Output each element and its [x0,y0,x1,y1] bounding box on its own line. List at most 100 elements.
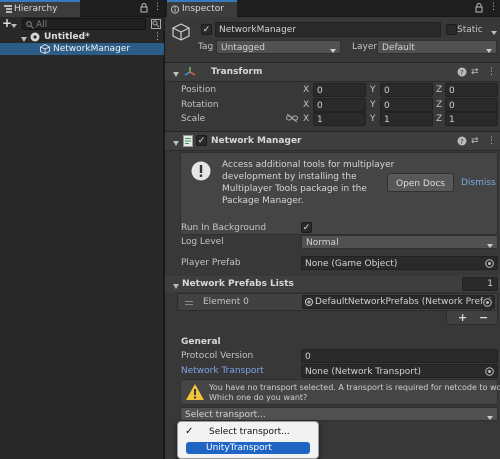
lock-icon[interactable] [140,3,148,16]
inspector-more-icon[interactable]: ⋮ [489,3,498,12]
menu-item-label: UnityTransport [206,443,272,453]
network-prefabs-lists-label: Network Prefabs Lists [182,279,294,289]
position-y-label: Y [370,85,376,95]
scale-z-field[interactable]: 1 [445,112,498,126]
preset-icon[interactable]: ⇄ [471,137,479,146]
menu-item-select-transport[interactable]: ✓ Select transport... [181,425,315,439]
scene-name: Untitled* [44,32,90,42]
network-manager-enabled-checkbox[interactable]: ✓ [196,135,207,146]
transform-title: Transform [211,67,263,77]
tag-dropdown[interactable]: Untagged [216,40,341,54]
position-y-field[interactable]: 0 [380,83,433,97]
tab-inspector[interactable]: Inspector [167,0,237,17]
gameobject-icon [172,23,190,44]
hierarchy-panel: Hierarchy ⋮ + All Untitled* ⋮ NetworkMan… [0,0,164,459]
prefab-lists-count-field[interactable]: 1 [462,277,498,291]
hierarchy-item-networkmanager[interactable]: NetworkManager [0,43,164,55]
add-dropdown-icon[interactable] [11,21,17,31]
chevron-down-icon [487,413,493,423]
network-prefabs-lists-header[interactable]: Network Prefabs Lists 1 [165,276,500,292]
info-tab-icon [170,5,180,17]
rotation-x-value: 0 [317,101,323,111]
inspector-panel: Inspector ⋮ ✓ NetworkManager Static Tag … [165,0,500,459]
network-transport-field[interactable]: None (Network Transport) [301,364,498,378]
layer-value: Default [382,43,415,53]
run-in-background-checkbox[interactable]: ✓ [301,222,312,233]
scale-z-value: 1 [449,115,455,125]
select-transport-dropdown[interactable]: Select transport... [180,407,498,421]
inspector-tab-label: Inspector [182,4,224,14]
protocol-version-value: 0 [305,352,311,362]
active-checkbox[interactable]: ✓ [201,24,212,35]
position-x-label: X [303,85,310,95]
scale-y-field[interactable]: 1 [380,112,433,126]
svg-text:?: ? [460,138,464,146]
add-element-button[interactable]: + [458,312,467,323]
position-y-value: 0 [384,86,390,96]
player-prefab-value: None (Game Object) [305,259,398,269]
element0-value: DefaultNetworkPrefabs (Network Prefal [315,297,492,307]
chevron-down-icon [330,46,336,56]
element0-label: Element 0 [203,297,249,307]
scale-x-field[interactable]: 1 [313,112,366,126]
scene-more-icon[interactable]: ⋮ [153,33,162,42]
rotation-y-field[interactable]: 0 [380,98,433,112]
chevron-down-icon [486,46,492,56]
layer-dropdown[interactable]: Default [377,40,497,54]
remove-element-button[interactable]: − [479,312,488,323]
rotation-label: Rotation [181,100,219,110]
help-icon[interactable]: ? [457,136,467,149]
open-docs-label: Open Docs [396,179,445,189]
static-dropdown-icon[interactable] [491,28,497,38]
script-icon [183,135,193,150]
inspector-lock-icon[interactable] [475,3,483,16]
transport-warning-box: You have no transport selected. A transp… [180,379,500,405]
component-more-icon[interactable]: ⋮ [487,137,496,146]
element0-field[interactable]: DefaultNetworkPrefabs (Network Prefal [302,295,495,310]
player-prefab-field[interactable]: None (Game Object) [301,256,498,270]
tab-hierarchy[interactable]: Hierarchy [0,0,80,17]
network-transport-label: Network Transport [181,366,264,376]
preset-icon[interactable]: ⇄ [471,68,479,77]
rotation-y-label: Y [370,100,376,110]
menu-item-label: Select transport... [209,427,290,437]
protocol-version-label: Protocol Version [181,351,254,361]
help-icon[interactable]: ? [457,67,467,80]
object-picker-icon[interactable] [483,298,492,310]
transform-header[interactable]: Transform ? ⇄ ⋮ [165,62,500,82]
network-manager-header[interactable]: ✓ Network Manager ? ⇄ ⋮ [165,131,500,151]
menu-check-icon: ✓ [185,426,194,437]
svg-text:?: ? [460,69,464,77]
chevron-down-icon [173,282,179,292]
hierarchy-item-label: NetworkManager [53,44,131,54]
hierarchy-tab-icon [4,5,12,13]
list-footer: + − [446,311,498,325]
prefab-list-element-row: Element 0 DefaultNetworkPrefabs (Network… [177,293,498,311]
hierarchy-more-icon[interactable]: ⋮ [153,3,162,12]
position-z-field[interactable]: 0 [445,83,498,97]
position-x-value: 0 [317,86,323,96]
drag-handle-icon[interactable] [185,299,193,309]
rotation-x-label: X [303,100,310,110]
object-picker-icon[interactable] [485,367,494,379]
component-more-icon[interactable]: ⋮ [487,68,496,77]
gameobject-cube-icon [40,43,50,57]
scriptable-object-icon [305,298,313,309]
search-input[interactable]: All [22,18,146,30]
menu-item-unitytransport[interactable]: UnityTransport [186,442,310,454]
layer-label: Layer [352,42,378,52]
open-docs-button[interactable]: Open Docs [387,173,454,192]
protocol-version-field[interactable]: 0 [301,349,498,363]
rotation-x-field[interactable]: 0 [313,98,366,112]
object-name-field[interactable]: NetworkManager [215,22,441,37]
scale-y-label: Y [370,114,376,124]
object-picker-icon[interactable] [485,259,494,271]
tag-label: Tag [198,42,214,52]
log-level-dropdown[interactable]: Normal [301,235,498,249]
link-icon[interactable] [286,113,298,126]
position-x-field[interactable]: 0 [313,83,366,97]
scale-x-value: 1 [317,115,323,125]
static-checkbox[interactable] [446,24,457,35]
dismiss-link[interactable]: Dismiss [461,179,496,188]
rotation-z-field[interactable]: 0 [445,98,498,112]
